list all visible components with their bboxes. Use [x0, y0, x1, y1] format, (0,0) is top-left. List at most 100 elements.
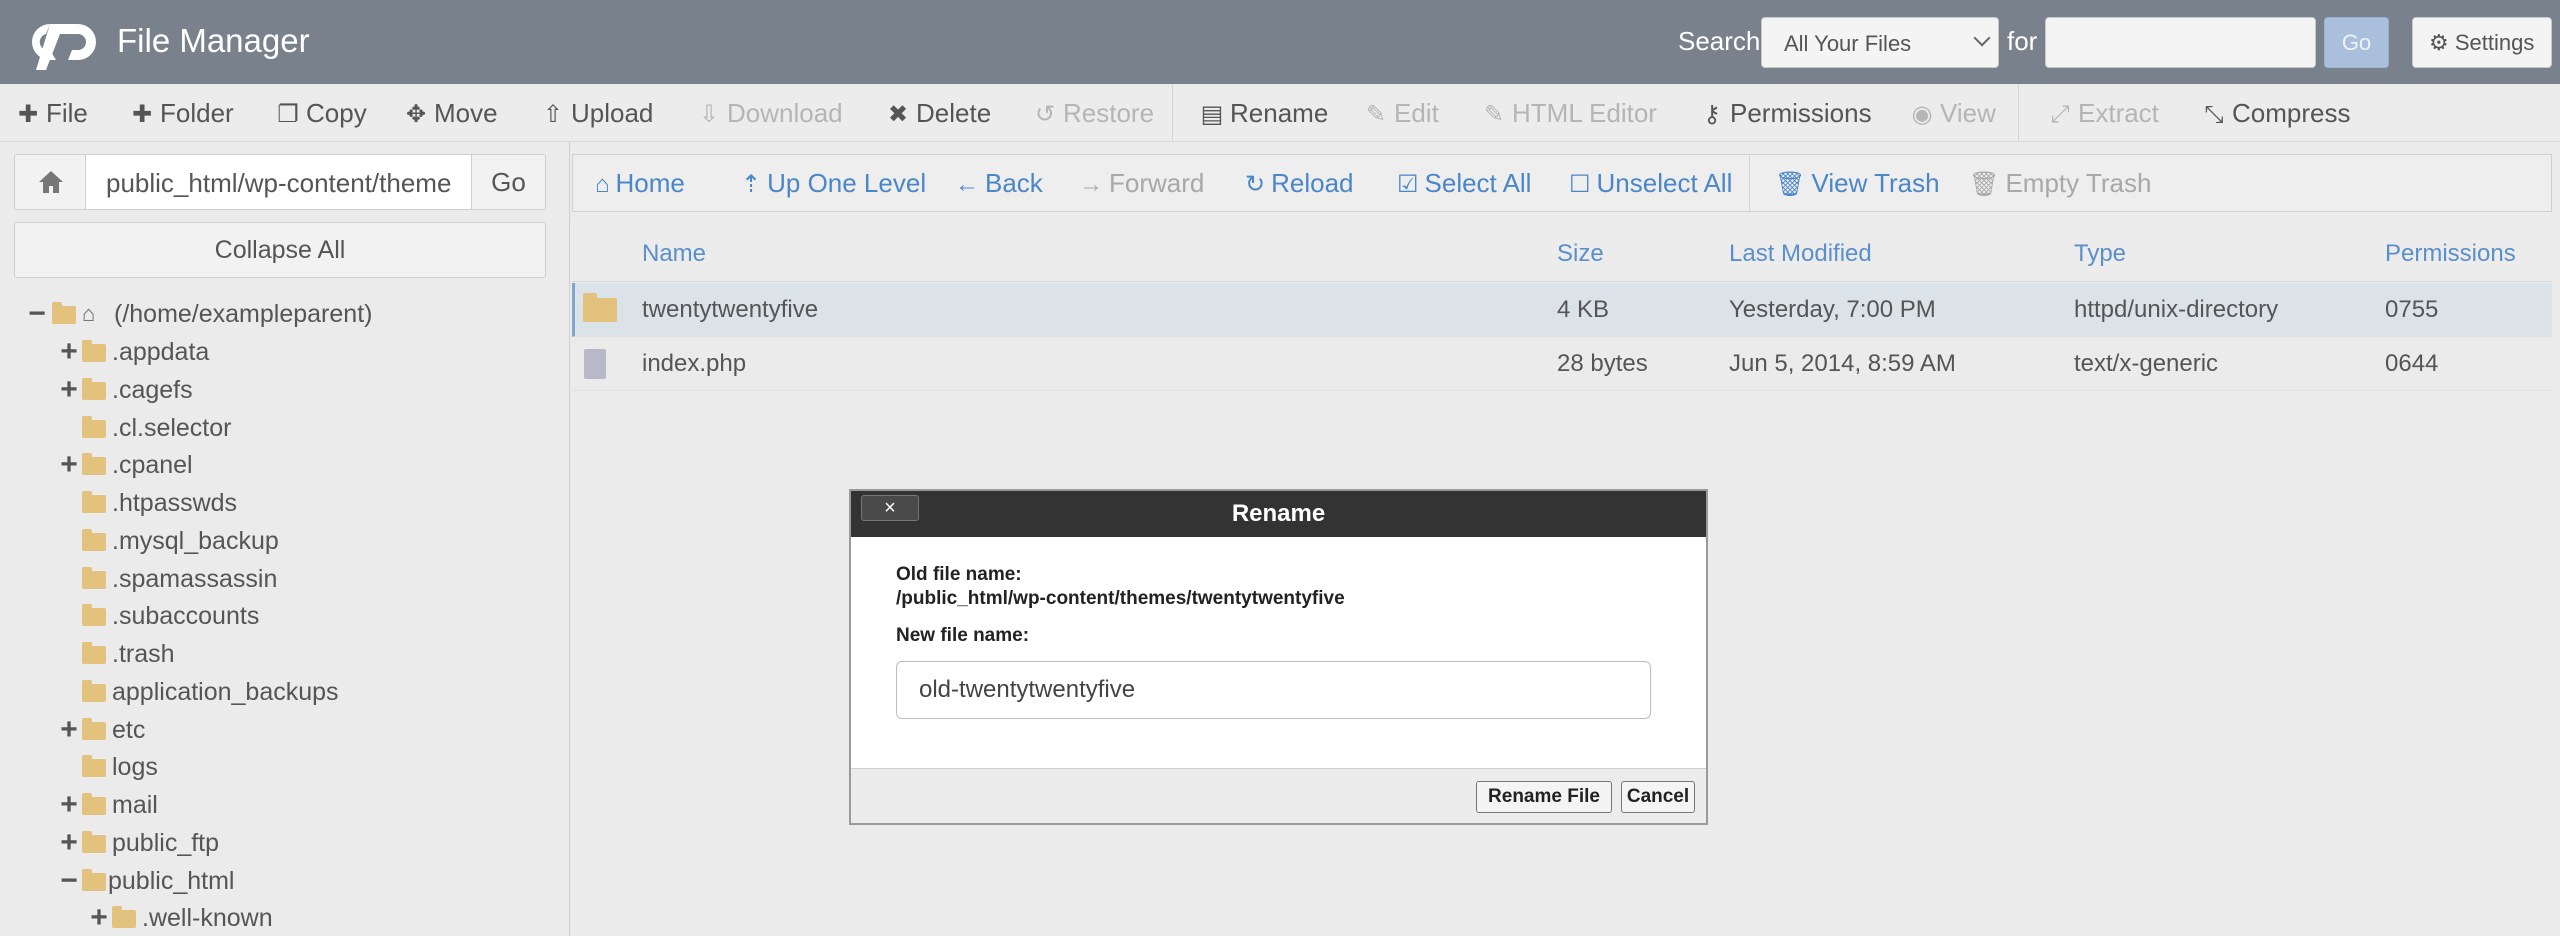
nav-up-one-level-button[interactable]: ⇡ Up One Level: [741, 155, 926, 211]
collapse-toggle-icon[interactable]: −: [58, 863, 80, 899]
path-go-button[interactable]: Go: [471, 154, 546, 210]
toolbar-label: Edit: [1394, 98, 1439, 128]
toolbar-label: Download: [727, 98, 843, 128]
tree-item-label: .htpasswds: [112, 489, 238, 517]
collapse-all-button[interactable]: Collapse All: [14, 222, 546, 278]
expand-toggle-icon[interactable]: +: [58, 787, 80, 823]
checkbox-empty-icon: ☐: [1569, 171, 1591, 198]
toolbar-rename-button[interactable]: ▤ Rename: [1200, 84, 1329, 142]
arrow-left-icon: ←: [955, 171, 979, 198]
toolbar-restore-button[interactable]: ↺ Restore: [1033, 84, 1154, 142]
expand-toggle-icon[interactable]: +: [88, 900, 110, 936]
tree-item-logs[interactable]: logs: [58, 749, 358, 785]
nav-empty-trash-button[interactable]: 🗑 Empty Trash: [1969, 155, 2151, 211]
file-table-header: Name Size Last Modified Type Permissions: [572, 226, 2552, 282]
column-header-type[interactable]: Type: [2074, 226, 2126, 282]
nav-back-button[interactable]: ← Back: [955, 155, 1043, 211]
tree-item-spamassassin[interactable]: .spamassassin: [58, 561, 358, 597]
expand-toggle-icon[interactable]: +: [58, 825, 80, 861]
plus-icon: ✚: [131, 101, 153, 128]
expand-toggle-icon[interactable]: +: [58, 334, 80, 370]
toolbar-divider: [1172, 84, 1173, 142]
toolbar-permissions-button[interactable]: ⚷ Permissions: [1700, 84, 1871, 142]
column-header-last-modified[interactable]: Last Modified: [1729, 226, 1872, 282]
tree-item-htpasswds[interactable]: .htpasswds: [58, 485, 358, 521]
file-permissions: 0644: [2385, 350, 2439, 377]
nav-label: Select All: [1424, 168, 1532, 198]
expand-toggle-icon[interactable]: +: [58, 372, 80, 408]
file-type: httpd/unix-directory: [2074, 296, 2279, 323]
toolbar-copy-button[interactable]: ❐ Copy: [276, 84, 367, 142]
tree-item-label: .appdata: [112, 338, 210, 366]
path-home-button[interactable]: [14, 154, 86, 210]
table-row[interactable]: twentytwentyfive 4 KB Yesterday, 7:00 PM…: [572, 283, 2552, 337]
search-go-button[interactable]: Go: [2324, 17, 2389, 68]
path-input[interactable]: public_html/wp-content/theme: [85, 154, 472, 210]
search-input[interactable]: [2045, 17, 2316, 68]
tree-item-public-html[interactable]: − public_html: [58, 863, 358, 899]
folder-icon: [82, 718, 106, 740]
tree-item-application-backups[interactable]: application_backups: [58, 674, 378, 710]
toolbar-file-button[interactable]: ✚ File: [16, 84, 88, 142]
toolbar-download-button[interactable]: ⇩ Download: [697, 84, 843, 142]
nav-forward-button[interactable]: → Forward: [1079, 155, 1204, 211]
collapse-toggle-icon[interactable]: −: [26, 296, 48, 332]
tree-item-label: etc: [112, 716, 146, 744]
toolbar-label: Copy: [306, 98, 367, 128]
tree-item-etc[interactable]: + etc: [58, 712, 358, 748]
tree-item-cl-selector[interactable]: .cl.selector: [58, 410, 358, 446]
rename-file-button[interactable]: Rename File: [1476, 781, 1612, 813]
toolbar-delete-button[interactable]: ✖ Delete: [886, 84, 991, 142]
toolbar-edit-button[interactable]: ✎ Edit: [1364, 84, 1439, 142]
table-row[interactable]: index.php 28 bytes Jun 5, 2014, 8:59 AM …: [572, 337, 2552, 391]
tree-item-label: public_html: [108, 867, 235, 895]
toolbar-label: Folder: [160, 98, 234, 128]
folder-icon: [82, 831, 106, 853]
toolbar-folder-button[interactable]: ✚ Folder: [130, 84, 234, 142]
expand-toggle-icon[interactable]: +: [58, 447, 80, 483]
file-size: 4 KB: [1557, 296, 1610, 323]
tree-item-well-known[interactable]: + .well-known: [88, 900, 388, 936]
nav-home-button[interactable]: ⌂ Home: [595, 155, 685, 211]
expand-toggle-icon[interactable]: +: [58, 712, 80, 748]
tree-item-label: .trash: [112, 640, 175, 668]
tree-item-mail[interactable]: + mail: [58, 787, 358, 823]
level-up-icon: ⇡: [741, 171, 762, 198]
dialog-titlebar: Rename: [851, 491, 1706, 537]
expand-icon: ⤢: [2050, 101, 2070, 128]
file-type: text/x-generic: [2074, 350, 2219, 377]
nav-select-all-button[interactable]: ☑ Select All: [1397, 155, 1531, 211]
file-permissions: 0755: [2385, 296, 2439, 323]
tree-item-label: .well-known: [142, 904, 273, 932]
nav-view-trash-button[interactable]: 🗑 View Trash: [1775, 155, 1940, 211]
toolbar-compress-button[interactable]: ⤡ Compress: [2202, 84, 2350, 142]
header-bar: File Manager Search All Your Files for G…: [0, 0, 2560, 84]
toolbar-upload-button[interactable]: ⇧ Upload: [541, 84, 653, 142]
tree-item-trash[interactable]: .trash: [58, 636, 358, 672]
folder-open-icon: [52, 302, 76, 324]
settings-button[interactable]: ⚙ Settings: [2412, 17, 2552, 68]
toolbar-extract-button[interactable]: ⤢ Extract: [2048, 84, 2159, 142]
nav-reload-button[interactable]: ↻ Reload: [1245, 155, 1354, 211]
new-file-name-input[interactable]: old-twentytwentyfive: [896, 661, 1651, 719]
toolbar-view-button[interactable]: ◉ View: [1910, 84, 1996, 142]
tree-item-public-ftp[interactable]: + public_ftp: [58, 825, 358, 861]
tree-item-cagefs[interactable]: + .cagefs: [58, 372, 358, 408]
search-scope-select[interactable]: All Your Files: [1761, 17, 1999, 68]
tree-item-cpanel[interactable]: + .cpanel: [58, 447, 358, 483]
old-file-name-value: /public_html/wp-content/themes/twentytwe…: [896, 588, 1345, 609]
cancel-button[interactable]: Cancel: [1621, 781, 1695, 813]
toolbar-html-editor-button[interactable]: ✎ HTML Editor: [1482, 84, 1657, 142]
tree-item-appdata[interactable]: + .appdata: [58, 334, 358, 370]
dialog-close-button[interactable]: ×: [861, 495, 919, 521]
column-header-permissions[interactable]: Permissions: [2385, 226, 2516, 282]
toolbar-move-button[interactable]: ✥ Move: [404, 84, 498, 142]
column-header-size[interactable]: Size: [1557, 226, 1604, 282]
tree-item-label: .cagefs: [112, 376, 193, 404]
tree-item-mysql-backup[interactable]: .mysql_backup: [58, 523, 358, 559]
tree-item-home[interactable]: − ⌂ (/home/exampleparent): [26, 296, 426, 332]
nav-unselect-all-button[interactable]: ☐ Unselect All: [1569, 155, 1732, 211]
column-header-name[interactable]: Name: [642, 226, 706, 282]
plus-icon: ✚: [17, 101, 39, 128]
tree-item-subaccounts[interactable]: .subaccounts: [58, 598, 358, 634]
